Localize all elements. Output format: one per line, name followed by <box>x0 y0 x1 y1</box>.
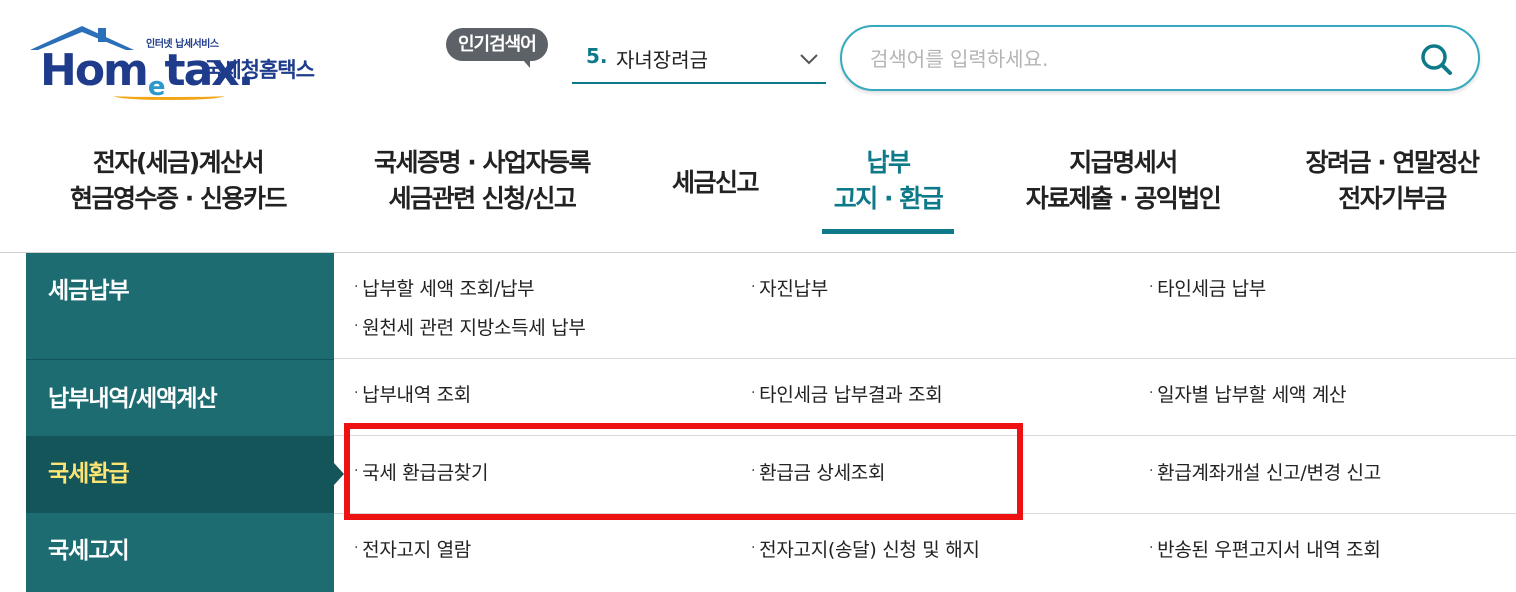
nav-tab-payment[interactable]: 납부 고지 · 환급 <box>822 145 954 217</box>
link-e-notice-view[interactable]: · 전자고지 열람 <box>354 535 471 562</box>
popular-search-dropdown[interactable]: 5. 자녀장려금 <box>572 38 826 84</box>
link-find-refund[interactable]: · 국세 환급금찾기 <box>354 458 488 485</box>
link-pay-others-tax[interactable]: · 타인세금 납부 <box>1149 274 1266 301</box>
bullet: · <box>1149 279 1154 295</box>
popular-term[interactable]: 자녀장려금 <box>616 44 708 73</box>
link-local-income-tax[interactable]: · 원천세 관련 지방소득세 납부 <box>354 313 586 340</box>
link-label: 국세 환급금찾기 <box>362 462 489 484</box>
bullet: · <box>1149 540 1154 556</box>
link-self-payment[interactable]: · 자진납부 <box>751 274 828 301</box>
link-label: 전자고지 열람 <box>362 539 471 561</box>
link-view-pay-tax[interactable]: · 납부할 세액 조회/납부 <box>354 274 535 301</box>
bullet: · <box>1149 463 1154 479</box>
nav-tab-line1: 납부 <box>866 148 911 177</box>
bullet: · <box>354 385 359 401</box>
nav-tab-incentives[interactable]: 장려금 · 연말정산 전자기부금 <box>1290 145 1494 217</box>
side-item-tax-refund[interactable]: 국세환급 <box>26 436 334 513</box>
side-item-tax-notice[interactable]: 국세고지 <box>26 513 334 592</box>
link-label: 납부할 세액 조회/납부 <box>362 278 535 300</box>
link-e-notice-apply[interactable]: · 전자고지(송달) 신청 및 해지 <box>751 535 980 562</box>
nav-tab-line1: 국세증명 · 사업자등록 <box>374 148 591 177</box>
row-divider <box>334 358 1516 359</box>
search-input[interactable] <box>870 41 1410 77</box>
search-icon[interactable] <box>1418 41 1454 77</box>
link-label: 환급계좌개설 신고/변경 신고 <box>1157 462 1381 484</box>
link-label: 납부내역 조회 <box>362 384 471 406</box>
link-daily-tax-calc[interactable]: · 일자별 납부할 세액 계산 <box>1149 380 1346 407</box>
popular-search-badge: 인기검색어 <box>446 28 548 68</box>
logo-wordmark-start: Hom <box>40 45 149 96</box>
nav-tab-line2: 세금관련 신청/신고 <box>388 184 577 213</box>
logo-swoosh <box>114 92 224 100</box>
nav-tab-tax-filing[interactable]: 세금신고 <box>660 165 770 201</box>
nav-tab-line2: 현금영수증 · 신용카드 <box>70 184 287 213</box>
link-others-payment-result[interactable]: · 타인세금 납부결과 조회 <box>751 380 943 407</box>
bullet: · <box>751 385 756 401</box>
nav-tab-line1: 지급명세서 <box>1069 148 1178 177</box>
bullet: · <box>354 463 359 479</box>
bullet: · <box>751 540 756 556</box>
bullet: · <box>1149 385 1154 401</box>
link-label: 자진납부 <box>759 278 828 300</box>
link-label: 타인세금 납부결과 조회 <box>759 384 943 406</box>
bullet: · <box>751 463 756 479</box>
active-menu-arrow <box>334 463 344 485</box>
link-returned-notice[interactable]: · 반송된 우편고지서 내역 조회 <box>1149 535 1381 562</box>
nav-tab-line2: 고지 · 환급 <box>833 184 944 213</box>
link-label: 원천세 관련 지방소득세 납부 <box>362 317 586 339</box>
link-refund-detail[interactable]: · 환급금 상세조회 <box>751 458 885 485</box>
side-menu: 세금납부 납부내역/세액계산 국세환급 국세고지 <box>26 253 334 592</box>
link-label: 전자고지(송달) 신청 및 해지 <box>759 539 980 561</box>
bullet: · <box>354 540 359 556</box>
logo-korean-name: 국세청홈택스 <box>204 58 315 82</box>
nav-active-indicator <box>822 229 954 234</box>
row-divider <box>334 435 1516 436</box>
bullet: · <box>751 279 756 295</box>
search-bar <box>840 25 1480 91</box>
main-navigation: 전자(세금)계산서 현금영수증 · 신용카드 국세증명 · 사업자등록 세금관련… <box>0 135 1516 253</box>
side-item-payment-history[interactable]: 납부내역/세액계산 <box>26 359 334 436</box>
link-label: 타인세금 납부 <box>1157 278 1266 300</box>
nav-tab-line1: 세금신고 <box>671 168 760 197</box>
link-label: 환급금 상세조회 <box>759 462 886 484</box>
row-divider <box>334 513 1516 514</box>
nav-tab-e-invoice[interactable]: 전자(세금)계산서 현금영수증 · 신용카드 <box>60 145 296 217</box>
nav-tab-line1: 전자(세금)계산서 <box>92 148 265 177</box>
link-refund-account[interactable]: · 환급계좌개설 신고/변경 신고 <box>1149 458 1381 485</box>
chevron-down-icon[interactable] <box>798 48 820 70</box>
hometax-logo[interactable]: 인터넷 납세서비스 Hometax. 국세청홈택스 <box>28 20 358 102</box>
nav-tab-payment-statement[interactable]: 지급명세서 자료제출 · 공익법인 <box>1010 145 1236 217</box>
bullet: · <box>354 279 359 295</box>
nav-tab-line1: 장려금 · 연말정산 <box>1305 148 1480 177</box>
bullet: · <box>354 318 359 334</box>
nav-tab-certificates[interactable]: 국세증명 · 사업자등록 세금관련 신청/신고 <box>358 145 606 217</box>
side-item-tax-payment[interactable]: 세금납부 <box>26 253 334 359</box>
nav-tab-line2: 전자기부금 <box>1338 184 1447 213</box>
link-label: 반송된 우편고지서 내역 조회 <box>1157 539 1381 561</box>
nav-tab-line2: 자료제출 · 공익법인 <box>1025 184 1222 213</box>
link-payment-history[interactable]: · 납부내역 조회 <box>354 380 471 407</box>
link-label: 일자별 납부할 세액 계산 <box>1157 384 1347 406</box>
popular-rank: 5. <box>586 44 608 68</box>
